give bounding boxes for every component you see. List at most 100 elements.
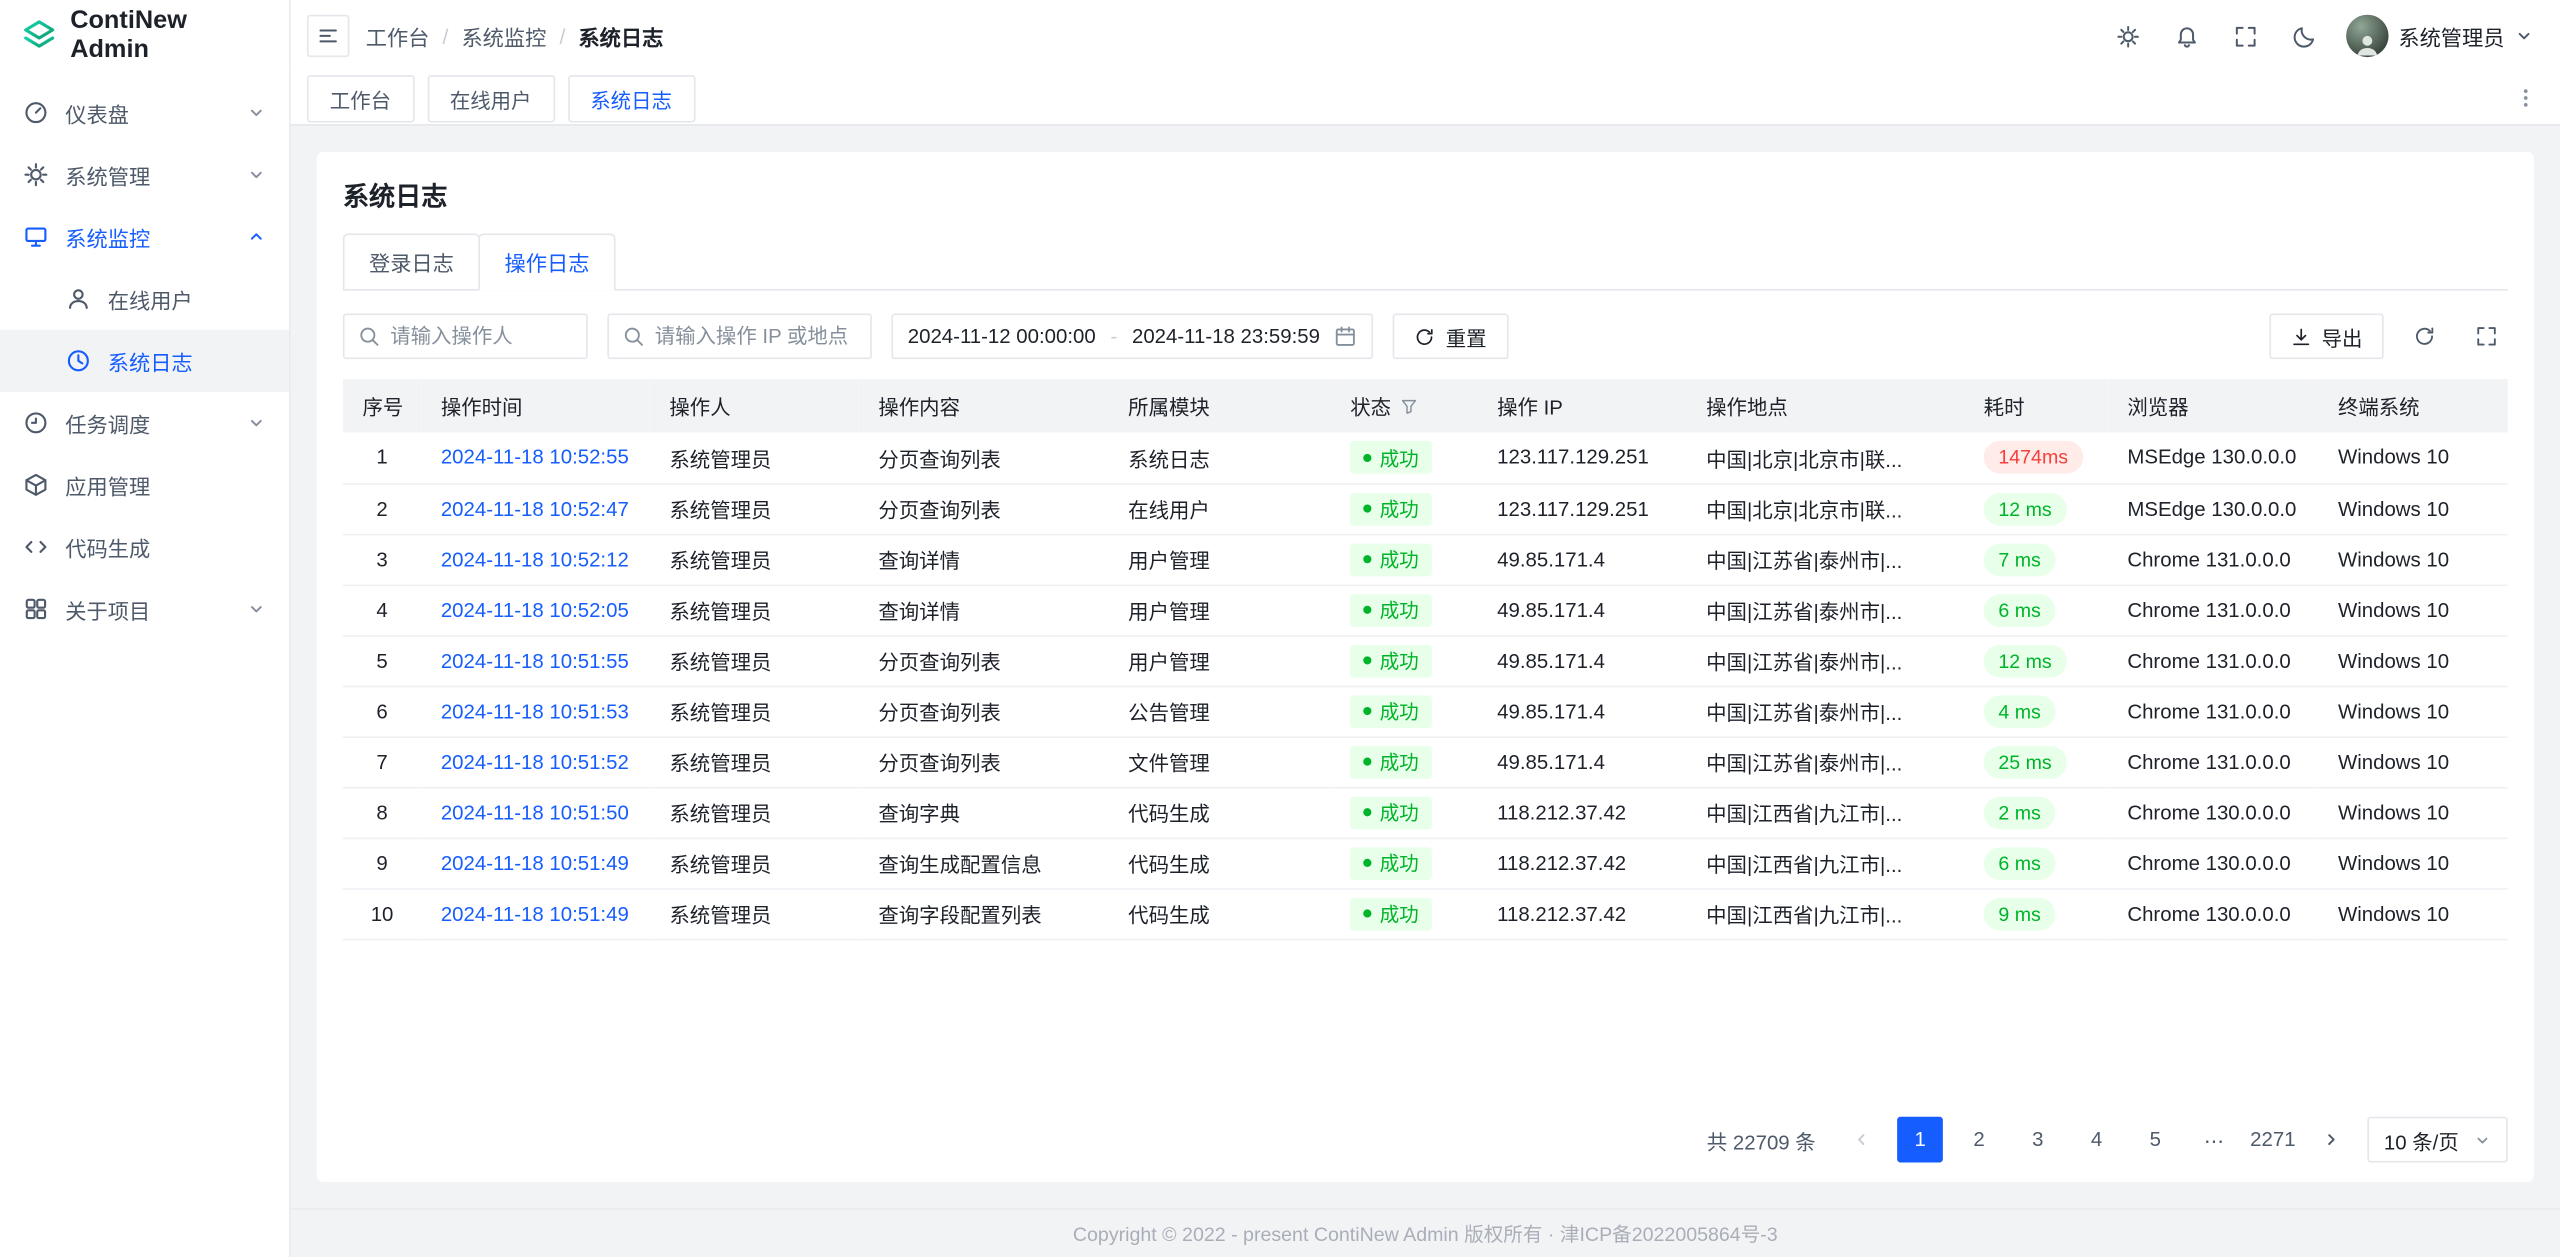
tab-online-users[interactable]: 在线用户 bbox=[427, 74, 554, 121]
status-badge: 成功 bbox=[1350, 441, 1432, 474]
cell-os: Windows 10 bbox=[2318, 888, 2507, 939]
tab-more-icon[interactable] bbox=[2508, 80, 2544, 116]
status-dot-icon bbox=[1363, 707, 1371, 715]
operation-time-link[interactable]: 2024-11-18 10:51:49 bbox=[441, 902, 629, 925]
date-end-value: 2024-11-18 23:59:59 bbox=[1132, 325, 1320, 348]
sidebar-item-label: 任务调度 bbox=[65, 407, 230, 438]
operation-time-link[interactable]: 2024-11-18 10:51:55 bbox=[441, 649, 629, 672]
cell-browser: Chrome 131.0.0.0 bbox=[2108, 584, 2319, 635]
date-start-value: 2024-11-12 00:00:00 bbox=[908, 325, 1096, 348]
table-fullscreen-icon[interactable] bbox=[2465, 315, 2507, 357]
cell-module: 文件管理 bbox=[1109, 736, 1331, 787]
table-row[interactable]: 3 2024-11-18 10:52:12 系统管理员 查询详情 用户管理 成功… bbox=[343, 534, 2508, 585]
table-row[interactable]: 2 2024-11-18 10:52:47 系统管理员 分页查询列表 在线用户 … bbox=[343, 483, 2508, 534]
cell-duration: 6 ms bbox=[1964, 838, 2108, 889]
cell-os: Windows 10 bbox=[2318, 635, 2507, 686]
sidebar-item-system-monitor[interactable]: 系统监控 bbox=[0, 206, 289, 268]
col-status-label: 状态 bbox=[1350, 390, 1391, 421]
page-button[interactable]: 1 bbox=[1897, 1117, 1943, 1163]
operation-time-link[interactable]: 2024-11-18 10:51:49 bbox=[441, 851, 629, 874]
operation-time-link[interactable]: 2024-11-18 10:52:55 bbox=[441, 446, 629, 469]
operation-time-link[interactable]: 2024-11-18 10:52:47 bbox=[441, 497, 629, 520]
export-button[interactable]: 导出 bbox=[2269, 313, 2383, 359]
page-button[interactable]: 3 bbox=[2015, 1117, 2061, 1163]
settings-gear-icon[interactable] bbox=[2108, 15, 2150, 57]
status-dot-icon bbox=[1363, 504, 1371, 512]
cell-location: 中国|江苏省|泰州市|... bbox=[1687, 635, 1965, 686]
col-content: 操作内容 bbox=[859, 379, 1109, 433]
page-ellipsis[interactable]: ⋯ bbox=[2191, 1117, 2237, 1163]
table-row[interactable]: 8 2024-11-18 10:51:50 系统管理员 查询字典 代码生成 成功… bbox=[343, 787, 2508, 838]
sidebar-item-code-generation[interactable]: 代码生成 bbox=[0, 516, 289, 578]
tab-login-log[interactable]: 登录日志 bbox=[343, 233, 480, 290]
cell-location: 中国|北京|北京市|联... bbox=[1687, 483, 1965, 534]
cell-os: Windows 10 bbox=[2318, 838, 2507, 889]
page-size-select[interactable]: 10 条/页 bbox=[2368, 1117, 2508, 1163]
search-icon bbox=[358, 325, 381, 348]
chevron-up-icon bbox=[247, 227, 267, 247]
status-dot-icon bbox=[1363, 808, 1371, 816]
download-icon bbox=[2291, 326, 2312, 347]
sidebar-item-system-management[interactable]: 系统管理 bbox=[0, 144, 289, 206]
sidebar-item-about-project[interactable]: 关于项目 bbox=[0, 578, 289, 640]
table-row[interactable]: 10 2024-11-18 10:51:49 系统管理员 查询字段配置列表 代码… bbox=[343, 888, 2508, 939]
fullscreen-icon[interactable] bbox=[2225, 15, 2267, 57]
prev-page-button[interactable] bbox=[1839, 1117, 1885, 1163]
page-button[interactable]: 2271 bbox=[2250, 1117, 2296, 1163]
status-dot-icon bbox=[1363, 859, 1371, 867]
dark-mode-moon-icon[interactable] bbox=[2284, 15, 2326, 57]
sidebar-item-app-management[interactable]: 应用管理 bbox=[0, 454, 289, 516]
app-logo[interactable]: ContiNew Admin bbox=[0, 0, 289, 72]
cell-browser: Chrome 131.0.0.0 bbox=[2108, 635, 2319, 686]
table-row[interactable]: 4 2024-11-18 10:52:05 系统管理员 查询详情 用户管理 成功… bbox=[343, 584, 2508, 635]
sidebar-item-label: 在线用户 bbox=[108, 283, 266, 314]
cell-time: 2024-11-18 10:51:50 bbox=[421, 787, 650, 838]
page-button[interactable]: 2 bbox=[1956, 1117, 2002, 1163]
sidebar-item-dashboard[interactable]: 仪表盘 bbox=[0, 82, 289, 144]
next-page-button[interactable] bbox=[2309, 1117, 2355, 1163]
reset-button[interactable]: 重置 bbox=[1393, 313, 1507, 359]
ip-search-field[interactable] bbox=[655, 325, 857, 348]
tab-system-log[interactable]: 系统日志 bbox=[567, 74, 694, 121]
user-menu[interactable]: 系统管理员 bbox=[2346, 15, 2534, 57]
cell-ip: 49.85.171.4 bbox=[1478, 584, 1687, 635]
filter-funnel-icon[interactable] bbox=[1399, 396, 1419, 416]
col-module: 所属模块 bbox=[1109, 379, 1331, 433]
operation-time-link[interactable]: 2024-11-18 10:51:52 bbox=[441, 750, 629, 773]
operation-time-link[interactable]: 2024-11-18 10:51:50 bbox=[441, 801, 629, 824]
breadcrumb-item[interactable]: 工作台 bbox=[366, 20, 430, 51]
operation-time-link[interactable]: 2024-11-18 10:52:12 bbox=[441, 548, 629, 571]
table-row[interactable]: 6 2024-11-18 10:51:53 系统管理员 分页查询列表 公告管理 … bbox=[343, 686, 2508, 737]
page-button[interactable]: 4 bbox=[2074, 1117, 2120, 1163]
cell-operator: 系统管理员 bbox=[650, 787, 859, 838]
breadcrumb-item[interactable]: 系统监控 bbox=[461, 20, 546, 51]
ip-search-input[interactable] bbox=[607, 313, 871, 359]
tab-operation-log[interactable]: 操作日志 bbox=[478, 233, 615, 290]
status-dot-icon bbox=[1363, 909, 1371, 917]
cell-operator: 系统管理员 bbox=[650, 686, 859, 737]
table-row[interactable]: 1 2024-11-18 10:52:55 系统管理员 分页查询列表 系统日志 … bbox=[343, 433, 2508, 484]
operator-search-field[interactable] bbox=[390, 325, 573, 348]
sidebar-item-system-log[interactable]: 系统日志 bbox=[0, 330, 289, 392]
cell-module: 代码生成 bbox=[1109, 838, 1331, 889]
cell-status: 成功 bbox=[1331, 584, 1478, 635]
date-range-picker[interactable]: 2024-11-12 00:00:00 - 2024-11-18 23:59:5… bbox=[891, 313, 1373, 359]
table-refresh-icon[interactable] bbox=[2403, 315, 2445, 357]
operation-time-link[interactable]: 2024-11-18 10:52:05 bbox=[441, 598, 629, 621]
table-row[interactable]: 5 2024-11-18 10:51:55 系统管理员 分页查询列表 用户管理 … bbox=[343, 635, 2508, 686]
page-button[interactable]: 5 bbox=[2132, 1117, 2178, 1163]
collapse-sidebar-button[interactable] bbox=[307, 15, 349, 57]
notification-bell-icon[interactable] bbox=[2167, 15, 2209, 57]
tab-workbench[interactable]: 工作台 bbox=[307, 74, 414, 121]
app-root: ContiNew Admin 仪表盘 系统管理 bbox=[0, 0, 2560, 1257]
table-row[interactable]: 7 2024-11-18 10:51:52 系统管理员 分页查询列表 文件管理 … bbox=[343, 736, 2508, 787]
table-row[interactable]: 9 2024-11-18 10:51:49 系统管理员 查询生成配置信息 代码生… bbox=[343, 838, 2508, 889]
operator-search-input[interactable] bbox=[343, 313, 588, 359]
sidebar-item-task-schedule[interactable]: 任务调度 bbox=[0, 392, 289, 454]
col-browser: 浏览器 bbox=[2108, 379, 2319, 433]
sidebar-item-online-users[interactable]: 在线用户 bbox=[0, 268, 289, 330]
cell-browser: Chrome 131.0.0.0 bbox=[2108, 534, 2319, 585]
operation-time-link[interactable]: 2024-11-18 10:51:53 bbox=[441, 700, 629, 723]
logo-icon bbox=[21, 18, 57, 54]
cell-ip: 49.85.171.4 bbox=[1478, 534, 1687, 585]
